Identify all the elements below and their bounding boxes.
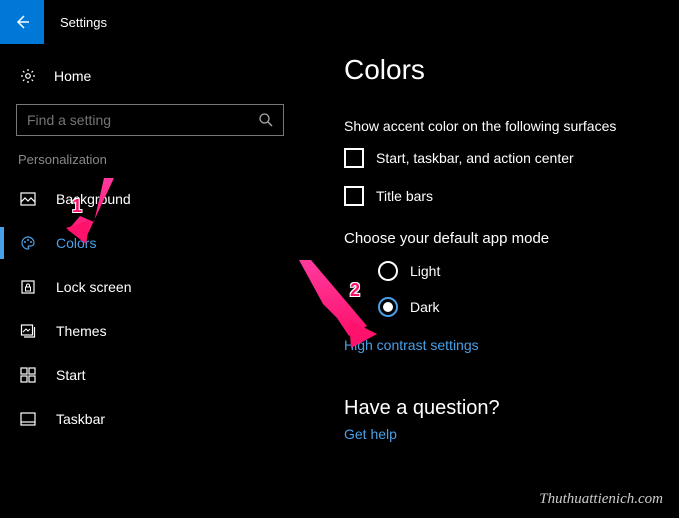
get-help-link[interactable]: Get help bbox=[344, 426, 655, 442]
sidebar-item-label: Taskbar bbox=[56, 411, 105, 427]
search-wrap bbox=[16, 104, 284, 136]
sidebar-item-lock-screen[interactable]: Lock screen bbox=[0, 265, 300, 309]
radio-label: Light bbox=[410, 263, 440, 279]
sidebar-item-taskbar[interactable]: Taskbar bbox=[0, 397, 300, 441]
picture-icon bbox=[20, 191, 36, 207]
app-mode-label: Choose your default app mode bbox=[344, 230, 655, 247]
sidebar-item-start[interactable]: Start bbox=[0, 353, 300, 397]
search-icon bbox=[258, 112, 274, 128]
question-heading: Have a question? bbox=[344, 397, 655, 420]
radio-light[interactable]: Light bbox=[378, 261, 655, 281]
checkbox-label: Title bars bbox=[376, 188, 433, 204]
checkbox-start-taskbar[interactable]: Start, taskbar, and action center bbox=[344, 148, 655, 168]
checkbox-box bbox=[344, 186, 364, 206]
checkbox-title-bars[interactable]: Title bars bbox=[344, 186, 655, 206]
sidebar-item-label: Background bbox=[56, 191, 131, 207]
page-title: Settings bbox=[60, 15, 107, 30]
radio-dot bbox=[383, 302, 393, 312]
sidebar-item-label: Themes bbox=[56, 323, 107, 339]
content-pane: Colors Show accent color on the followin… bbox=[300, 44, 679, 518]
sidebar-item-colors[interactable]: Colors bbox=[0, 221, 300, 265]
themes-icon bbox=[20, 323, 36, 339]
checkbox-label: Start, taskbar, and action center bbox=[376, 150, 574, 166]
lock-screen-icon bbox=[20, 279, 36, 295]
sidebar-home-label: Home bbox=[54, 68, 91, 84]
high-contrast-link[interactable]: High contrast settings bbox=[344, 337, 655, 353]
sidebar-item-label: Lock screen bbox=[56, 279, 131, 295]
sidebar-item-themes[interactable]: Themes bbox=[0, 309, 300, 353]
taskbar-icon bbox=[20, 411, 36, 427]
checkbox-box bbox=[344, 148, 364, 168]
window-header: Settings bbox=[0, 0, 679, 44]
search-input[interactable] bbox=[16, 104, 284, 136]
sidebar: Home Personalization Background Colors L… bbox=[0, 44, 300, 518]
start-icon bbox=[20, 367, 36, 383]
content-heading: Colors bbox=[344, 54, 655, 86]
radio-circle bbox=[378, 297, 398, 317]
accent-section-label: Show accent color on the following surfa… bbox=[344, 118, 655, 134]
sidebar-item-background[interactable]: Background bbox=[0, 177, 300, 221]
radio-circle bbox=[378, 261, 398, 281]
palette-icon bbox=[20, 235, 36, 251]
sidebar-home[interactable]: Home bbox=[0, 56, 300, 96]
sidebar-item-label: Colors bbox=[56, 235, 96, 251]
radio-label: Dark bbox=[410, 299, 440, 315]
sidebar-category-label: Personalization bbox=[0, 150, 300, 177]
back-button[interactable] bbox=[0, 0, 44, 44]
sidebar-item-label: Start bbox=[56, 367, 86, 383]
radio-dark[interactable]: Dark bbox=[378, 297, 655, 317]
gear-icon bbox=[20, 68, 36, 84]
arrow-left-icon bbox=[13, 13, 31, 31]
